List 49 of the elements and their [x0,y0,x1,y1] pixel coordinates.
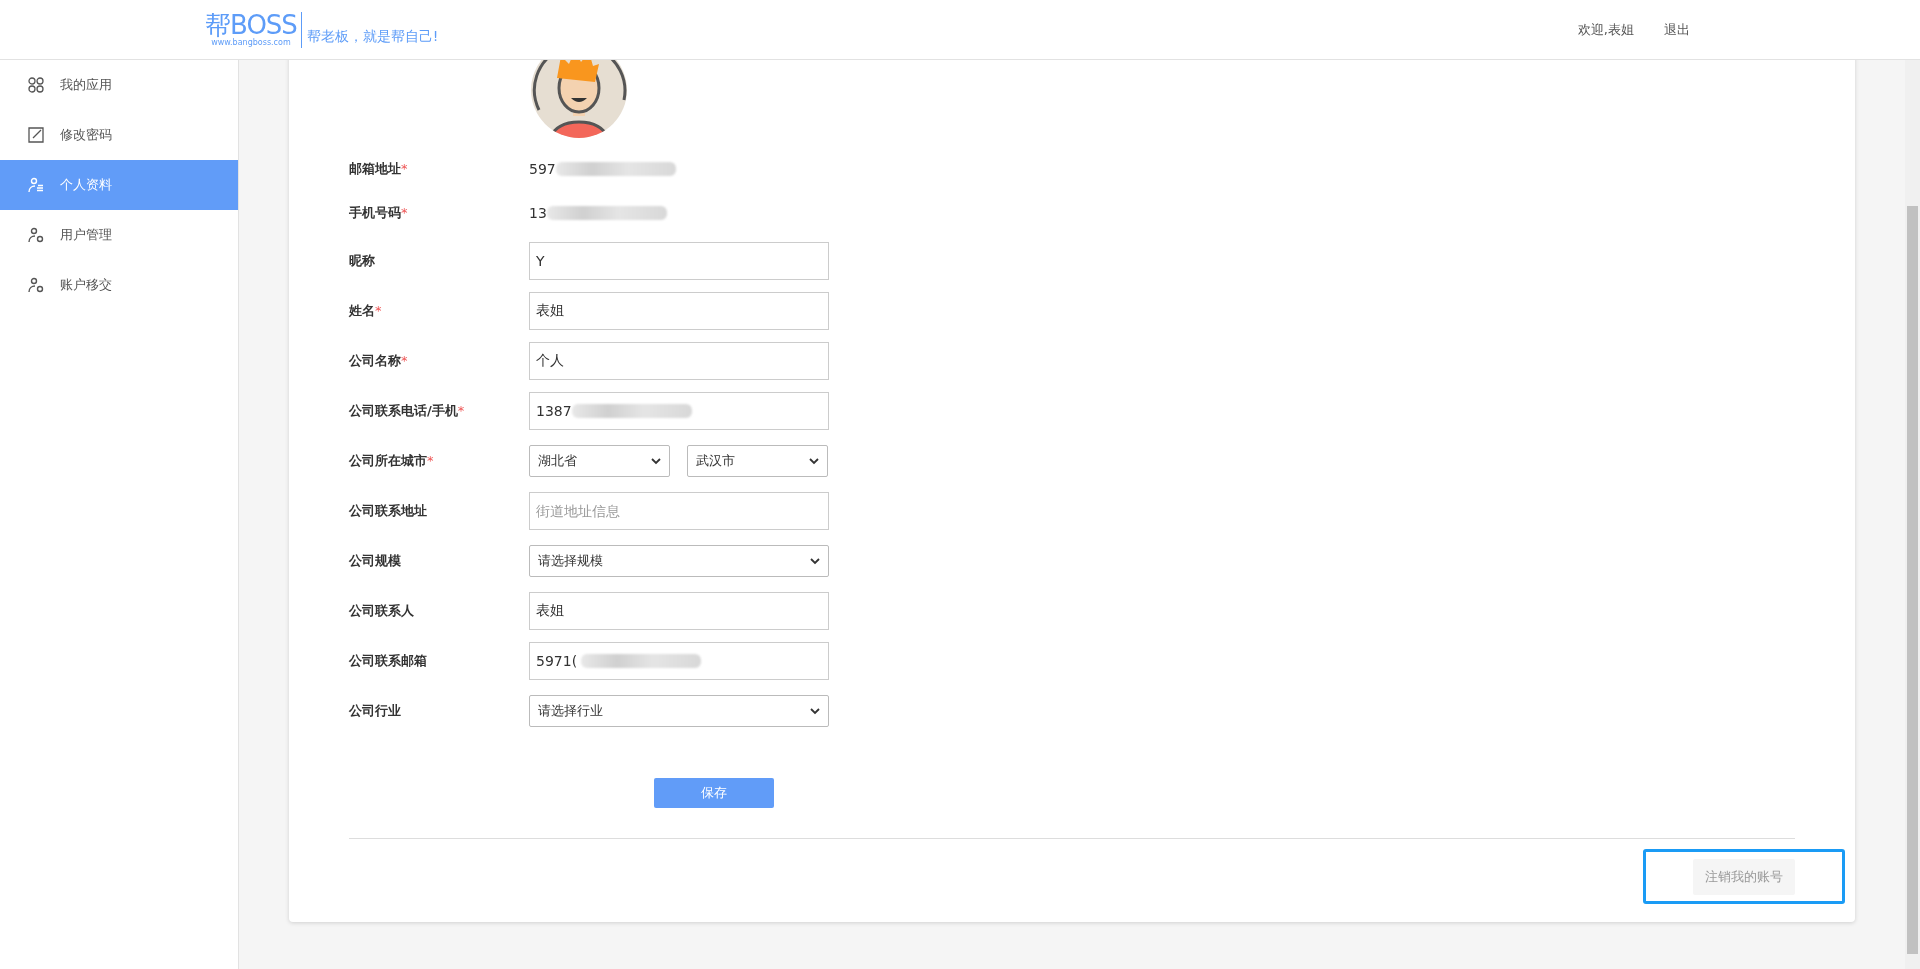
caret-icon [810,557,820,565]
input-field[interactable]: 个人 [529,342,829,380]
caret-icon [810,707,820,715]
logo-wordmark: 帮BOSS [205,11,297,38]
required-mark: * [401,353,408,368]
input-field[interactable]: 表姐 [529,292,829,330]
field-value: 13 [529,205,547,221]
select-field[interactable]: 湖北省 [529,445,670,477]
input-field[interactable]: Y [529,242,829,280]
user-list-icon [28,177,44,193]
field-label: 公司联系电话/手机 [349,403,458,418]
sidebar-item[interactable]: 我的应用 [0,60,238,110]
select-field[interactable]: 武汉市 [687,445,828,477]
field-label: 手机号码 [349,205,401,220]
field-label: 公司名称 [349,353,401,368]
user-gear-icon [28,227,44,243]
input-field[interactable]: 表姐 [529,592,829,630]
scrollbar-thumb[interactable] [1907,206,1918,954]
required-mark: * [401,161,408,176]
field-label: 公司联系邮箱 [349,653,427,668]
sidebar-item[interactable]: 用户管理 [0,210,238,260]
welcome-text: 欢迎,表姐 [1577,20,1634,39]
field-label: 公司行业 [349,703,401,718]
input-field[interactable]: 街道地址信息 [529,492,829,530]
field-label: 昵称 [349,253,375,268]
logout-link[interactable]: 退出 [1664,20,1690,39]
required-mark: * [375,303,382,318]
logo-slogan: 帮老板，就是帮自己! [305,27,439,46]
sidebar-item[interactable]: 修改密码 [0,110,238,160]
field-label: 姓名 [349,303,375,318]
select-field[interactable]: 请选择规模 [529,545,829,577]
field-label: 公司所在城市 [349,453,427,468]
field-label: 公司联系地址 [349,503,427,518]
required-mark: * [401,205,408,220]
user-gear-icon [28,277,44,293]
select-field[interactable]: 请选择行业 [529,695,829,727]
scrollbar[interactable] [1905,60,1920,969]
sidebar-item[interactable]: 账户移交 [0,260,238,310]
caret-icon [809,457,819,465]
field-label: 公司规模 [349,553,401,568]
logo-url: www.bangboss.com [211,37,291,48]
apps-icon [28,77,44,93]
required-mark: * [457,403,465,418]
field-label: 邮箱地址 [349,161,401,176]
field-value: 597 [529,161,556,177]
edit-icon [28,127,44,143]
required-mark: * [427,453,434,468]
field-label: 公司联系人 [349,603,414,618]
caret-icon [651,457,661,465]
